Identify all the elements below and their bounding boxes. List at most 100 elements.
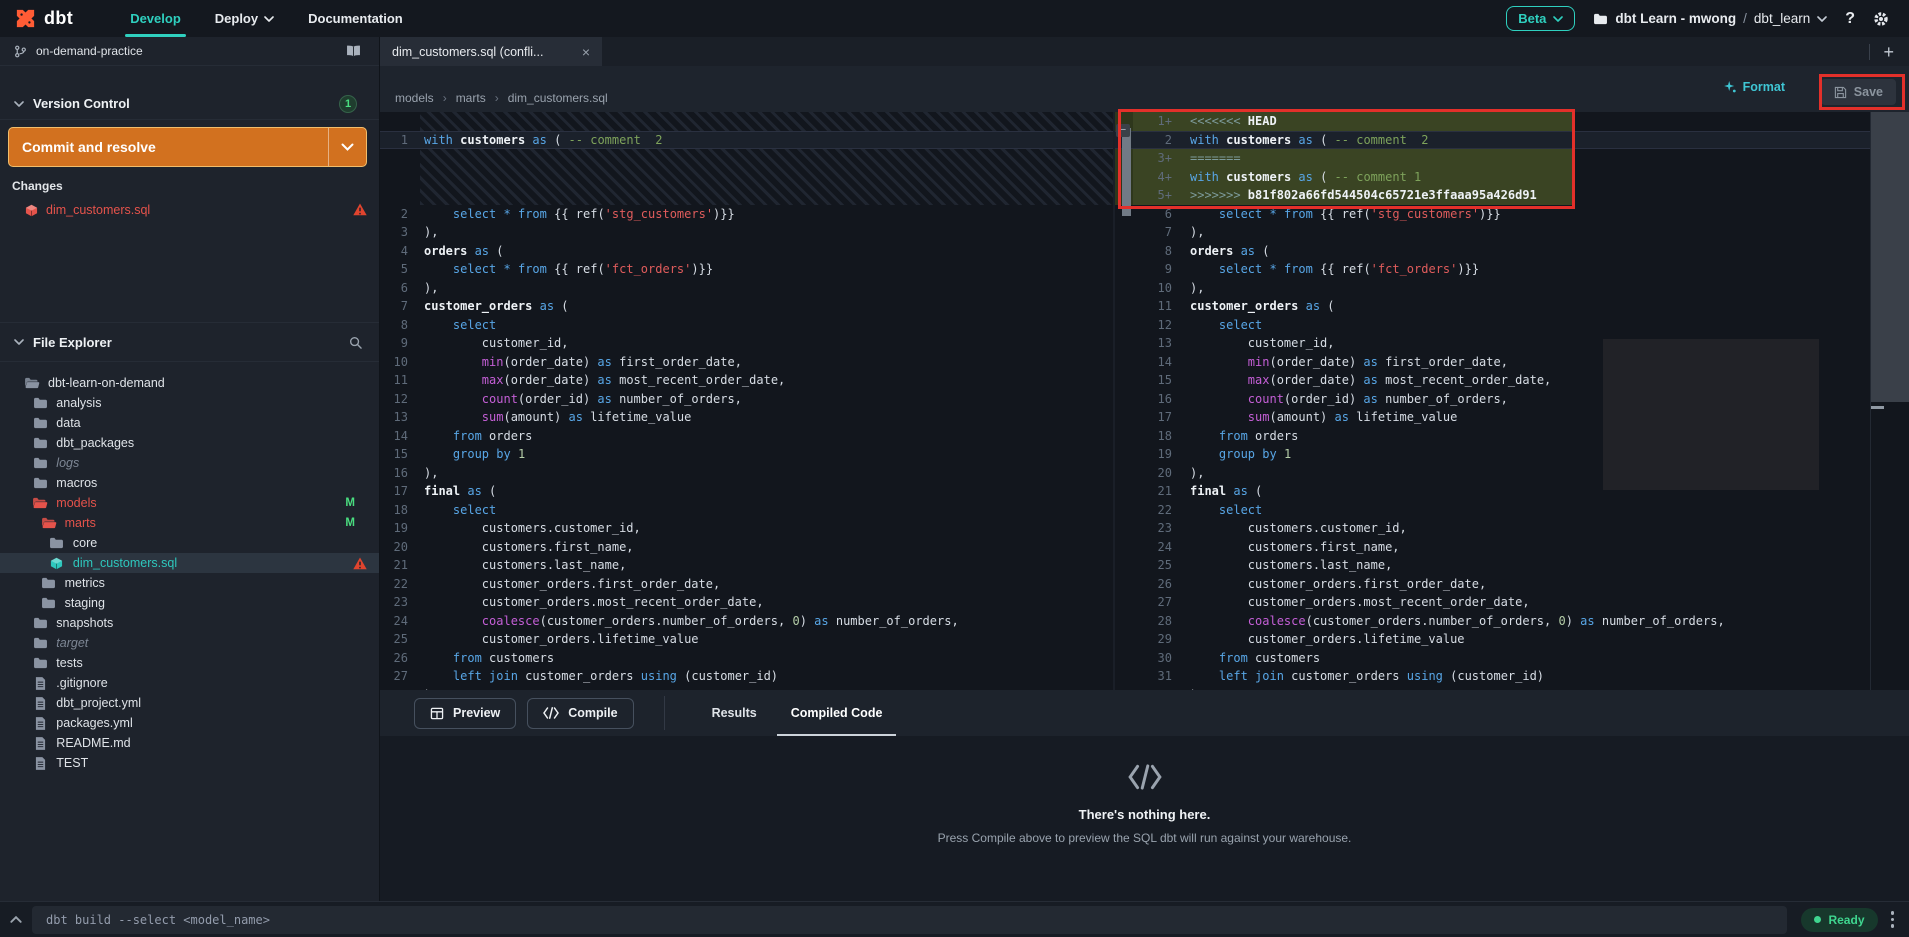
code-line[interactable]: 5+>>>>>>> b81f802a66fd544504c65721e3ffaa…	[1115, 186, 1909, 205]
code-line[interactable]: 2 select * from {{ ref('stg_customers')}…	[380, 205, 1113, 224]
code-line[interactable]: 22 select	[1115, 501, 1909, 520]
gear-icon[interactable]	[1873, 11, 1889, 27]
kebab-menu-icon[interactable]	[1891, 911, 1895, 928]
version-control-header[interactable]: Version Control 1	[0, 88, 379, 120]
code-line[interactable]: 10),	[1115, 279, 1909, 298]
tree-item-dbt-packages[interactable]: dbt_packages	[0, 433, 379, 453]
tree-item-test[interactable]: TEST	[0, 753, 379, 773]
code-line[interactable]: 19 customers.customer_id,	[380, 519, 1113, 538]
new-tab-button[interactable]: +	[1870, 43, 1907, 61]
tree-item-tests[interactable]: tests	[0, 653, 379, 673]
code-line[interactable]: 11 max(order_date) as most_recent_order_…	[380, 371, 1113, 390]
compile-button[interactable]: Compile	[527, 698, 633, 729]
code-line[interactable]: 6),	[380, 279, 1113, 298]
tree-item-metrics[interactable]: metrics	[0, 573, 379, 593]
tree-item-core[interactable]: core	[0, 533, 379, 553]
code-line[interactable]: 7),	[1115, 223, 1909, 242]
branch-bar[interactable]: on-demand-practice	[0, 37, 379, 66]
tab-close-icon[interactable]: ×	[582, 44, 590, 60]
dbt-logo[interactable]: dbt	[14, 7, 73, 30]
tree-item-target[interactable]: target	[0, 633, 379, 653]
code-line[interactable]: 26 from customers	[380, 649, 1113, 668]
tree-item-analysis[interactable]: analysis	[0, 393, 379, 413]
changed-file-row[interactable]: dim_customers.sql	[0, 200, 379, 220]
save-button[interactable]: Save	[1821, 79, 1896, 105]
code-line[interactable]: 12 select	[1115, 316, 1909, 335]
editor-pane-current[interactable]: 1with customers as ( -- comment 2 2 selec…	[380, 112, 1115, 690]
nav-item-deploy[interactable]: Deploy	[198, 0, 291, 37]
code-line[interactable]: 30 from customers	[1115, 649, 1909, 668]
file-explorer-header[interactable]: File Explorer	[0, 322, 379, 362]
search-icon[interactable]	[349, 336, 362, 349]
code-line[interactable]: 31 left join customer_orders using (cust…	[1115, 667, 1909, 686]
code-line[interactable]: 27 left join customer_orders using (cust…	[380, 667, 1113, 686]
code-line[interactable]: 9 select * from {{ ref('fct_orders')}}	[1115, 260, 1909, 279]
tab-dim-customers[interactable]: dim_customers.sql (confli... ×	[380, 37, 602, 66]
code-line[interactable]: 8orders as (	[1115, 242, 1909, 261]
code-line[interactable]: 16),	[380, 464, 1113, 483]
code-line[interactable]: 21 customers.last_name,	[380, 556, 1113, 575]
tree-item-dbt-learn-on-demand[interactable]: dbt-learn-on-demand	[0, 373, 379, 393]
code-line[interactable]: 2with customers as ( -- comment 2	[1115, 131, 1909, 150]
tree-item-dbt-project-yml[interactable]: dbt_project.yml	[0, 693, 379, 713]
scrollbar-thumb[interactable]	[1871, 112, 1909, 402]
code-line[interactable]: 13 sum(amount) as lifetime_value	[380, 408, 1113, 427]
docs-book-icon[interactable]	[346, 45, 361, 57]
code-line[interactable]: 17final as (	[380, 482, 1113, 501]
code-line[interactable]: 25 customers.last_name,	[1115, 556, 1909, 575]
scrollbar-track[interactable]	[1870, 112, 1909, 690]
code-line[interactable]: 1+<<<<<<< HEAD	[1115, 112, 1909, 131]
code-line[interactable]: 12 count(order_id) as number_of_orders,	[380, 390, 1113, 409]
code-line[interactable]: 3+=======	[1115, 149, 1909, 168]
tree-item-macros[interactable]: macros	[0, 473, 379, 493]
code-line[interactable]: 15 group by 1	[380, 445, 1113, 464]
tree-item-data[interactable]: data	[0, 413, 379, 433]
tab-compiled-code[interactable]: Compiled Code	[791, 690, 883, 736]
code-line[interactable]: 1with customers as ( -- comment 2	[380, 131, 1113, 150]
editor-pane-incoming[interactable]: − 1+<<<<<<< HEAD2with customers as ( -- …	[1115, 112, 1909, 690]
code-line[interactable]: 3),	[380, 223, 1113, 242]
code-line[interactable]: 23 customer_orders.most_recent_order_dat…	[380, 593, 1113, 612]
breadcrumb-item[interactable]: models	[395, 91, 434, 105]
code-line[interactable]: 26 customer_orders.first_order_date,	[1115, 575, 1909, 594]
code-line[interactable]: 22 customer_orders.first_order_date,	[380, 575, 1113, 594]
code-line[interactable]: 7customer_orders as (	[380, 297, 1113, 316]
code-line[interactable]: 24 customers.first_name,	[1115, 538, 1909, 557]
beta-dropdown[interactable]: Beta	[1506, 6, 1575, 31]
code-line[interactable]: 10 min(order_date) as first_order_date,	[380, 353, 1113, 372]
chevron-up-icon[interactable]	[0, 916, 32, 923]
code-line[interactable]: 6 select * from {{ ref('stg_customers')}…	[1115, 205, 1909, 224]
tab-results[interactable]: Results	[712, 690, 757, 736]
code-line[interactable]: 23 customers.customer_id,	[1115, 519, 1909, 538]
code-line[interactable]: 4orders as (	[380, 242, 1113, 261]
code-line[interactable]: 27 customer_orders.most_recent_order_dat…	[1115, 593, 1909, 612]
code-line[interactable]: 14 from orders	[380, 427, 1113, 446]
tree-item-dim-customers-sql[interactable]: dim_customers.sql	[0, 553, 379, 573]
breadcrumb-item[interactable]: dim_customers.sql	[508, 91, 608, 105]
code-line[interactable]: 29 customer_orders.lifetime_value	[1115, 630, 1909, 649]
tree-item-snapshots[interactable]: snapshots	[0, 613, 379, 633]
code-line[interactable]: 9 customer_id,	[380, 334, 1113, 353]
fold-region-icon[interactable]: −	[1116, 124, 1130, 137]
format-button[interactable]: Format	[1724, 80, 1785, 94]
code-line[interactable]: 18 select	[380, 501, 1113, 520]
code-line[interactable]: 8 select	[380, 316, 1113, 335]
tree-item-logs[interactable]: logs	[0, 453, 379, 473]
breadcrumb-item[interactable]: marts	[456, 91, 486, 105]
tree-item-models[interactable]: modelsM	[0, 493, 379, 513]
nav-item-develop[interactable]: Develop	[113, 0, 198, 37]
code-line[interactable]: 28 coalesce(customer_orders.number_of_or…	[1115, 612, 1909, 631]
commit-and-resolve-button[interactable]: Commit and resolve	[8, 127, 367, 167]
code-line[interactable]: 24 coalesce(customer_orders.number_of_or…	[380, 612, 1113, 631]
tree-item-staging[interactable]: staging	[0, 593, 379, 613]
tree-item-packages-yml[interactable]: packages.yml	[0, 713, 379, 733]
command-input[interactable]: dbt build --select <model_name>	[32, 906, 1787, 934]
code-line[interactable]: 25 customer_orders.lifetime_value	[380, 630, 1113, 649]
tree-item-marts[interactable]: martsM	[0, 513, 379, 533]
help-button[interactable]: ?	[1845, 10, 1855, 28]
commit-options-dropdown[interactable]	[328, 128, 366, 166]
code-line[interactable]: 11customer_orders as (	[1115, 297, 1909, 316]
code-line[interactable]: 4+with customers as ( -- comment 1	[1115, 168, 1909, 187]
code-line[interactable]: 5 select * from {{ ref('fct_orders')}}	[380, 260, 1113, 279]
nav-item-documentation[interactable]: Documentation	[291, 0, 420, 37]
